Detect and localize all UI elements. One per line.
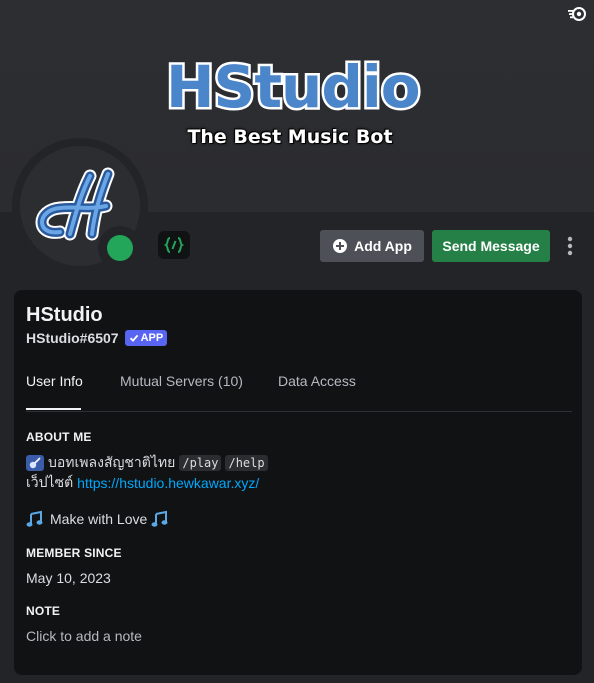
tab-divider [26, 411, 572, 412]
banner-logo-title: HStudio [164, 51, 424, 124]
guitar-emoji-icon [26, 455, 44, 471]
banner-logo-subtitle: The Best Music Bot [187, 126, 393, 148]
active-tab-indicator [26, 408, 81, 410]
command-help[interactable]: /help [225, 455, 268, 471]
about-me-heading: ABOUT ME [26, 430, 92, 444]
code-braces-icon [164, 237, 184, 253]
member-since-heading: MEMBER SINCE [26, 546, 122, 560]
note-heading: NOTE [26, 604, 61, 618]
online-status-icon [107, 235, 133, 261]
website-link[interactable]: https://hstudio.hewkawar.xyz/ [77, 475, 259, 491]
add-circle-icon [333, 239, 348, 253]
add-app-button[interactable]: Add App [320, 230, 424, 262]
note-input[interactable]: Click to add a note [26, 627, 142, 645]
make-with-love-text: Make with Love [50, 511, 148, 527]
about-line-2: เว็ปไซต์ https://hstudio.hewkawar.xyz/ [26, 474, 259, 492]
tab-mutual-servers[interactable]: Mutual Servers (10) [120, 370, 243, 411]
send-message-button[interactable]: Send Message [432, 230, 550, 262]
username-row: HStudio#6507 APP [26, 329, 168, 347]
command-play[interactable]: /play [179, 455, 222, 471]
more-vertical-icon[interactable] [562, 234, 578, 258]
music-notes-icon [26, 510, 43, 527]
tab-user-info[interactable]: User Info [26, 370, 83, 411]
send-message-label: Send Message [442, 238, 540, 254]
tab-data-access[interactable]: Data Access [278, 370, 356, 411]
music-notes-icon [151, 510, 168, 527]
app-badge-label: APP [140, 332, 164, 344]
display-name: HStudio [26, 304, 103, 326]
app-badge: APP [124, 330, 168, 346]
checkmark-icon [129, 334, 138, 342]
about-bio-text: บอทเพลงสัญชาติไทย [48, 454, 176, 470]
nitro-boost-icon[interactable] [568, 6, 586, 22]
member-since-date: May 10, 2023 [26, 570, 111, 586]
website-prefix: เว็ปไซต์ [26, 474, 74, 490]
active-developer-badge[interactable] [158, 231, 190, 259]
about-line-3: Make with Love [26, 509, 171, 529]
about-line-1: บอทเพลงสัญชาติไทย /play /help [26, 454, 268, 472]
username-tag: HStudio#6507 [26, 330, 119, 346]
add-app-label: Add App [354, 238, 412, 254]
